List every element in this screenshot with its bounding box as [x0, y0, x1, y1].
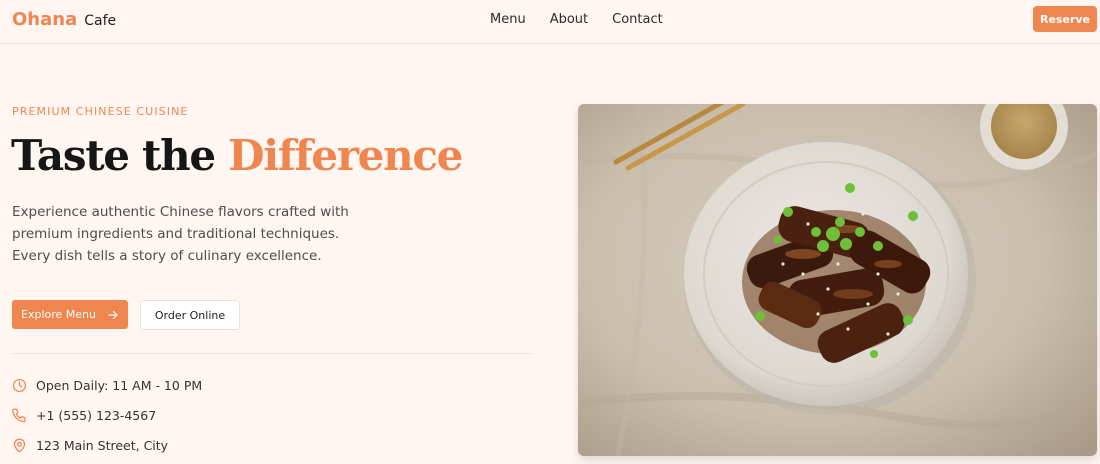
- phone-text: +1 (555) 123-4567: [36, 408, 157, 423]
- nav-link-contact[interactable]: Contact: [612, 12, 663, 27]
- top-nav: Ohana Cafe Menu About Contact Reserve: [0, 0, 1100, 44]
- explore-menu-label: Explore Menu: [21, 308, 96, 321]
- nav-link-about[interactable]: About: [550, 12, 588, 27]
- hero-description-line: premium ingredients and traditional tech…: [12, 226, 340, 242]
- explore-menu-button[interactable]: Explore Menu: [12, 300, 128, 329]
- hours-text: Open Daily: 11 AM - 10 PM: [36, 378, 203, 393]
- hero-food-image: [578, 104, 1097, 456]
- phone-info[interactable]: +1 (555) 123-4567: [12, 408, 156, 423]
- section-divider: [12, 353, 532, 354]
- arrow-right-icon: [108, 310, 118, 319]
- headline-plain: Taste the: [11, 131, 229, 180]
- brand-subtitle: Cafe: [84, 13, 117, 29]
- phone-icon: [12, 408, 26, 423]
- nav-links: Menu About Contact: [490, 12, 663, 27]
- nav-link-menu[interactable]: Menu: [490, 12, 526, 27]
- brand-logo[interactable]: Ohana Cafe: [12, 9, 116, 30]
- hero-eyebrow: PREMIUM CHINESE CUISINE: [12, 105, 189, 118]
- food-photo-illustration: [578, 104, 1097, 456]
- hours-info: Open Daily: 11 AM - 10 PM: [12, 378, 202, 393]
- address-info: 123 Main Street, City: [12, 438, 168, 453]
- order-online-button[interactable]: Order Online: [140, 300, 240, 330]
- hero-headline: Taste the Difference: [11, 131, 463, 180]
- address-text: 123 Main Street, City: [36, 438, 169, 453]
- map-pin-icon: [13, 438, 26, 453]
- hero-description-line: Experience authentic Chinese flavors cra…: [12, 204, 349, 220]
- headline-accent: Difference: [228, 131, 463, 180]
- reserve-button[interactable]: Reserve: [1033, 6, 1097, 32]
- hero-description: Experience authentic Chinese flavors cra…: [12, 201, 352, 267]
- clock-icon: [12, 378, 27, 393]
- brand-name: Ohana: [12, 9, 78, 30]
- hero-description-line: Every dish tells a story of culinary exc…: [12, 248, 322, 264]
